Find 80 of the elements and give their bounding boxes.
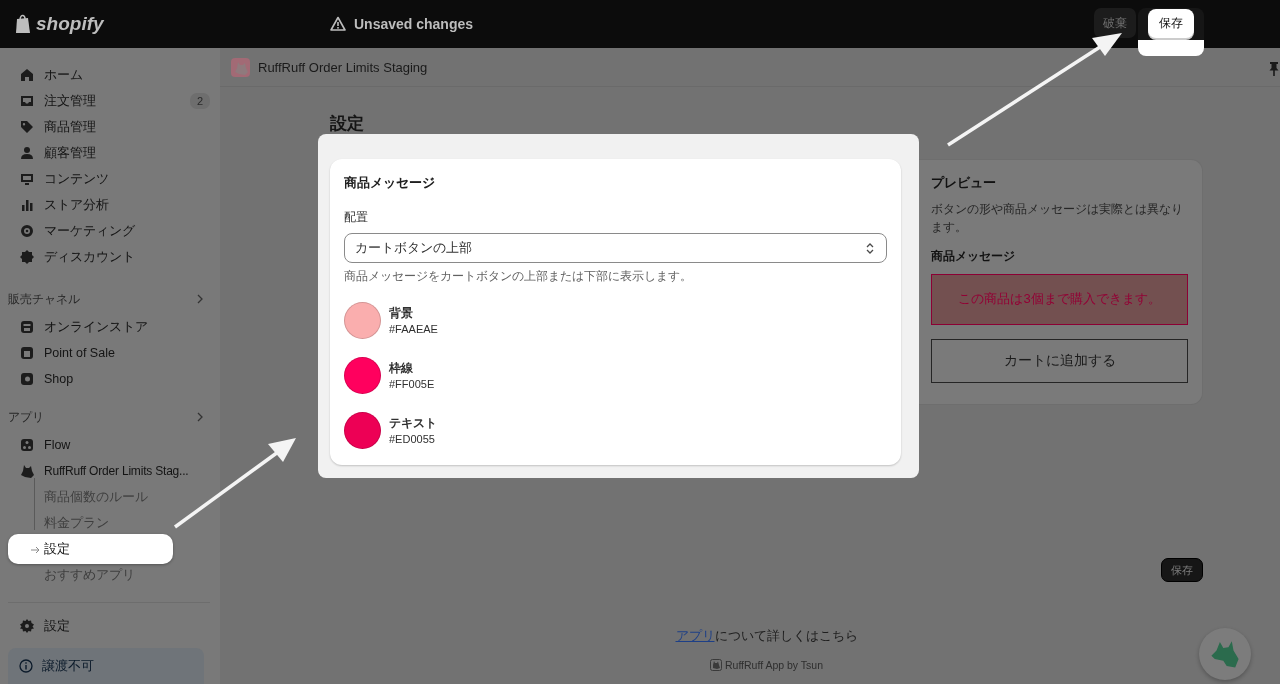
nav-label: RuffRuff Order Limits Stag... xyxy=(44,464,189,478)
preview-subtitle: 商品メッセージ xyxy=(931,247,1016,265)
inbox-icon xyxy=(19,93,35,109)
gear-icon xyxy=(19,618,35,634)
shop-icon xyxy=(19,371,35,387)
color-name: テキスト xyxy=(389,416,437,431)
nav-label: 顧客管理 xyxy=(44,144,96,162)
nav-item[interactable]: ホーム xyxy=(8,62,210,88)
pin-icon[interactable] xyxy=(1269,62,1279,76)
card-title: プレビュー xyxy=(931,174,997,192)
nav-item[interactable]: 設定 xyxy=(8,613,210,639)
nav-item[interactable]: マーケティング xyxy=(8,218,210,244)
nav-label: 注文管理 xyxy=(44,92,96,110)
nav-label: ストア分析 xyxy=(44,196,109,214)
logo[interactable]: shopify xyxy=(36,13,104,35)
color-swatch[interactable] xyxy=(344,357,381,394)
app-title: RuffRuff Order Limits Staging xyxy=(258,60,428,75)
nav-item[interactable]: 注文管理 2 xyxy=(8,88,210,114)
section-title: 販売チャネル xyxy=(8,291,80,307)
notice-text: 譲渡不可 xyxy=(42,657,94,675)
dog-icon xyxy=(709,659,722,671)
message-preview: この商品は3個まで購入できます。 xyxy=(931,273,1188,325)
info-icon xyxy=(18,658,34,674)
nav-label: ホーム xyxy=(44,66,83,84)
nav-label: Point of Sale xyxy=(44,346,115,360)
nav-item[interactable]: ストア分析 xyxy=(8,192,210,218)
nav-label: Flow xyxy=(44,438,71,452)
preview-note: ボタンの形や商品メッセージは実際とは異なります。 xyxy=(931,202,1184,236)
learn-more-text: アプリ について詳しくはこちら xyxy=(674,628,859,645)
nav-item[interactable]: RuffRuff Order Limits Stag... xyxy=(8,458,210,484)
nav-label: コンテンツ xyxy=(44,170,109,188)
monitor-icon xyxy=(19,171,35,187)
count-badge: 2 xyxy=(189,93,210,109)
sub-nav-item[interactable]: 設定 xyxy=(8,534,173,564)
nav-item[interactable]: Shop xyxy=(8,366,210,392)
save-button[interactable]: 保存 xyxy=(1148,9,1194,38)
color-name: 枠線 xyxy=(389,361,414,376)
nav-item[interactable]: 顧客管理 xyxy=(8,140,210,166)
unsaved-changes-text: Unsaved changes xyxy=(354,16,474,32)
nav-item[interactable]: ディスカウント xyxy=(8,244,210,270)
app-icon xyxy=(231,58,250,77)
add-to-cart-button[interactable]: カートに追加する xyxy=(931,338,1188,383)
warning-icon xyxy=(330,16,346,32)
help-text: 商品メッセージをカートボタンの上部または下部に表示します。 xyxy=(344,269,693,284)
field-label: 配置 xyxy=(344,209,369,226)
color-hex: #ED0055 xyxy=(389,433,436,445)
color-name: 背景 xyxy=(389,306,414,321)
store-icon xyxy=(19,319,35,335)
badge-icon xyxy=(19,249,35,265)
tag-icon xyxy=(19,119,35,135)
color-swatch[interactable] xyxy=(344,412,381,449)
person-icon xyxy=(19,145,35,161)
section-title: アプリ xyxy=(8,409,44,425)
nav-label: 商品管理 xyxy=(44,118,96,136)
nav-item[interactable]: コンテンツ xyxy=(8,166,210,192)
nav-label: 設定 xyxy=(44,617,70,635)
nav-label: ディスカウント xyxy=(44,248,135,266)
bar-chart-icon xyxy=(19,197,35,213)
nav-item[interactable]: 商品管理 xyxy=(8,114,210,140)
card-title: 商品メッセージ xyxy=(344,174,436,192)
nav-label: オンラインストア xyxy=(44,318,148,336)
color-hex: #FAAEAE xyxy=(389,323,438,335)
arrow-right-icon xyxy=(30,545,40,555)
nav-item[interactable]: Flow xyxy=(8,432,210,458)
credit-text: RuffRuff App by Tsun xyxy=(724,659,824,671)
flow-icon xyxy=(19,437,35,453)
home-icon xyxy=(19,67,35,83)
nav-item[interactable]: オンラインストア xyxy=(8,314,210,340)
chevron-up-down-icon xyxy=(864,241,876,255)
nav-item[interactable]: Point of Sale xyxy=(8,340,210,366)
nav-label: マーケティング xyxy=(44,222,135,240)
dog-icon xyxy=(19,463,35,479)
save-button[interactable]: 保存 xyxy=(1161,558,1203,582)
color-swatch[interactable] xyxy=(344,302,381,339)
placement-select[interactable]: カートボタンの上部 xyxy=(344,233,887,263)
discard-button[interactable]: 破棄 xyxy=(1094,8,1136,38)
target-icon xyxy=(19,223,35,239)
color-hex: #FF005E xyxy=(389,378,435,390)
page-title: 設定 xyxy=(330,114,365,134)
nav-label: Shop xyxy=(44,372,74,386)
